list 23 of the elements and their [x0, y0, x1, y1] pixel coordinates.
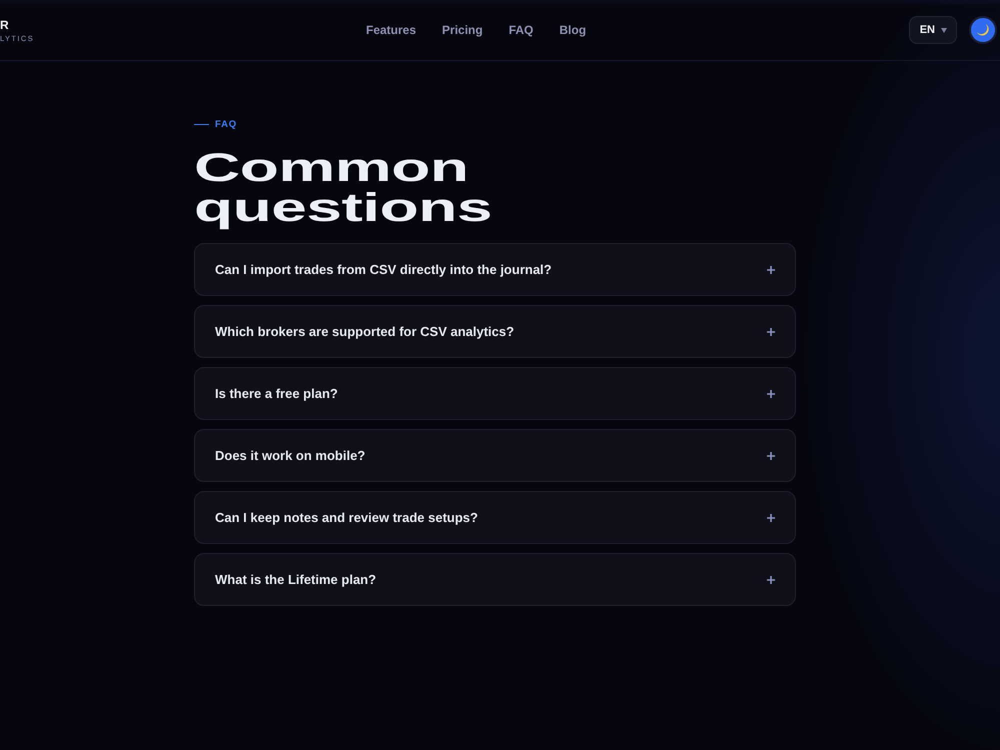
- plus-icon: [767, 514, 775, 522]
- section-eyebrow: FAQ: [215, 118, 237, 130]
- accordion-item[interactable]: Does it work on mobile?: [194, 429, 796, 482]
- accordion-item[interactable]: Can I keep notes and review trade setups?: [194, 491, 796, 544]
- accordion-item[interactable]: Which brokers are supported for CSV analytics?: [194, 305, 796, 358]
- theme-toggle-button[interactable]: [969, 16, 997, 44]
- plus-icon: [767, 328, 775, 336]
- accordion-item[interactable]: Can I import trades from CSV directly into the journal?: [194, 243, 796, 296]
- plus-icon: [767, 452, 775, 460]
- plus-icon: [767, 266, 775, 274]
- nav-link[interactable]: FAQ: [508, 23, 534, 37]
- moon-icon: [976, 23, 990, 37]
- caret-icon: [941, 28, 947, 32]
- nav-link[interactable]: Features: [366, 23, 416, 37]
- accordion-item[interactable]: What is the Lifetime plan?: [194, 553, 796, 606]
- plus-icon: [767, 576, 775, 584]
- language-selector[interactable]: EN: [908, 16, 957, 44]
- section-heading: Common questions: [194, 148, 492, 228]
- plus-icon: [767, 390, 775, 398]
- brand-name: R: [0, 19, 9, 31]
- nav-link[interactable]: Blog: [559, 23, 586, 37]
- nav-link[interactable]: Pricing: [442, 23, 483, 37]
- accordion-item[interactable]: Is there a free plan?: [194, 367, 796, 420]
